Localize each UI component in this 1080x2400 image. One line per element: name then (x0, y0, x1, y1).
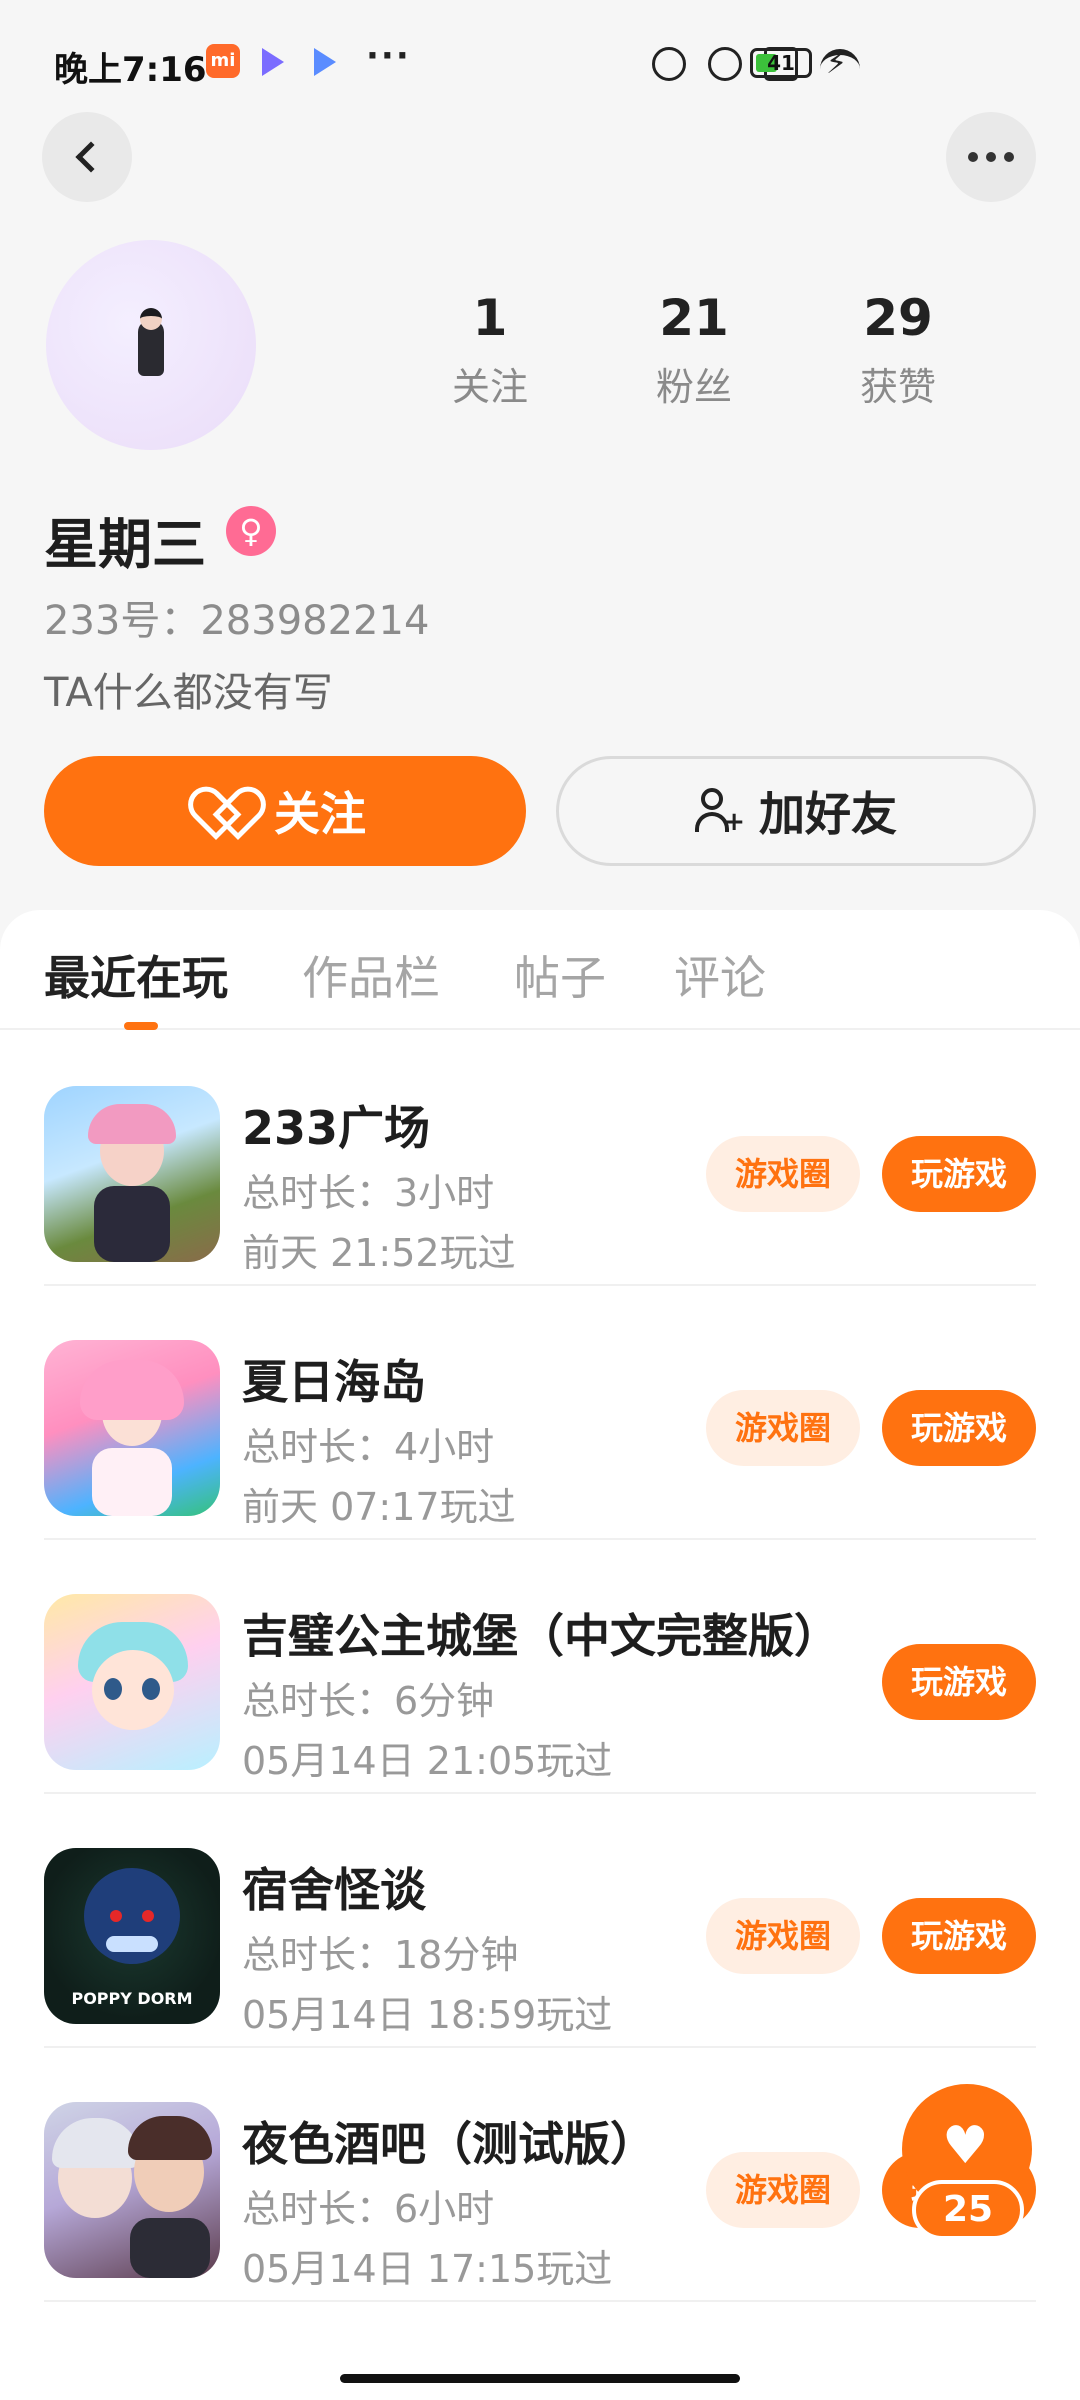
video-app-icon (262, 48, 284, 76)
game-item[interactable]: 233广场 总时长：3小时 前天 21:52玩过 游戏圈 玩游戏 (0, 1032, 1080, 1286)
game-icon (44, 1340, 220, 1516)
game-duration: 总时长：3小时 (242, 1171, 495, 1215)
game-duration: 总时长：6分钟 (242, 1679, 495, 1723)
profile-page: 晚上7:16 mi ··· 41 ⚡ 1 关注 21 粉丝 29 获赞 星期三 … (0, 0, 1080, 2400)
tab-comments[interactable]: 评论 (674, 942, 766, 1008)
tab-posts[interactable]: 帖子 (514, 942, 606, 1008)
add-friend-button[interactable]: + 加好友 (556, 756, 1036, 866)
game-circle-button[interactable]: 游戏圈 (706, 2152, 860, 2228)
play-game-button[interactable]: 玩游戏 (882, 1390, 1036, 1466)
play-game-button[interactable]: 玩游戏 (882, 1644, 1036, 1720)
more-notifications-icon: ··· (366, 36, 411, 76)
game-duration: 总时长：6小时 (242, 2187, 495, 2231)
game-icon (44, 1594, 220, 1770)
profile-bio: TA什么都没有写 (44, 670, 333, 716)
tab-works[interactable]: 作品栏 (302, 942, 440, 1008)
game-title: 吉璧公主城堡（中文完整版） (242, 1609, 840, 1663)
game-circle-button[interactable]: 游戏圈 (706, 1136, 860, 1212)
game-last-played: 05月14日 18:59玩过 (242, 1993, 613, 2037)
more-options-button[interactable] (946, 112, 1036, 202)
game-icon (44, 2102, 220, 2278)
game-duration: 总时长：18分钟 (242, 1933, 519, 1977)
avatar[interactable] (46, 240, 256, 450)
female-icon: ♀ (226, 506, 276, 556)
game-item[interactable]: 吉璧公主城堡（中文完整版） 总时长：6分钟 05月14日 21:05玩过 玩游戏 (0, 1540, 1080, 1794)
follow-label: 关注 (274, 787, 366, 841)
game-circle-button[interactable]: 游戏圈 (706, 1898, 860, 1974)
battery-icon: 41 (750, 48, 812, 78)
mute-icon (652, 47, 686, 81)
status-bar: 晚上7:16 mi ··· 41 ⚡ (0, 0, 1080, 120)
back-button[interactable] (42, 112, 132, 202)
game-title: 宿舍怪谈 (242, 1863, 426, 1917)
stat-following-label: 关注 (451, 365, 528, 409)
charging-icon: ⚡ (826, 46, 848, 81)
video-app-icon-2 (314, 48, 336, 76)
add-friend-label: 加好友 (759, 787, 897, 841)
alarm-icon (708, 47, 742, 81)
more-dots-icon (968, 152, 1014, 162)
game-item[interactable]: POPPY DORM 宿舍怪谈 总时长：18分钟 05月14日 18:59玩过 … (0, 1794, 1080, 2048)
battery-level: 41 (767, 51, 795, 75)
game-last-played: 前天 21:52玩过 (242, 1231, 516, 1275)
heart-plus-icon (204, 788, 254, 834)
mi-app-icon: mi (206, 44, 240, 78)
profile-uid: 233号：283982214 (44, 598, 430, 644)
game-circle-button[interactable]: 游戏圈 (706, 1390, 860, 1466)
game-title: 夏日海岛 (242, 1355, 426, 1409)
stat-following-count: 1 (472, 289, 508, 347)
follow-button[interactable]: 关注 (44, 756, 526, 866)
stat-following[interactable]: 1 关注 (410, 288, 570, 411)
stat-fans-count: 21 (659, 289, 729, 347)
tab-indicator (124, 1022, 158, 1030)
stat-fans[interactable]: 21 粉丝 (614, 288, 774, 411)
game-title: 233广场 (242, 1101, 431, 1155)
avatar-head (140, 308, 162, 330)
home-indicator[interactable] (340, 2374, 740, 2383)
stat-likes-count: 29 (863, 289, 933, 347)
tab-recently-played[interactable]: 最近在玩 (44, 942, 228, 1008)
heart-icon: ♥ (942, 2116, 989, 2176)
game-icon (44, 1086, 220, 1262)
game-last-played: 05月14日 21:05玩过 (242, 1739, 613, 1783)
back-arrow-icon (75, 141, 107, 173)
stat-likes[interactable]: 29 获赞 (818, 288, 978, 411)
stat-fans-label: 粉丝 (655, 365, 732, 409)
game-last-played: 05月14日 17:15玩过 (242, 2247, 613, 2291)
game-icon: POPPY DORM (44, 1848, 220, 2024)
stat-likes-label: 获赞 (859, 365, 936, 409)
game-duration: 总时长：4小时 (242, 1425, 495, 1469)
profile-name: 星期三 (44, 513, 206, 576)
add-person-icon: + (695, 788, 745, 835)
like-count: 25 (912, 2180, 1024, 2240)
status-time: 晚上7:16 (54, 50, 207, 90)
game-last-played: 前天 07:17玩过 (242, 1485, 516, 1529)
play-game-button[interactable]: 玩游戏 (882, 1898, 1036, 1974)
game-title: 夜色酒吧（测试版） (242, 2117, 656, 2171)
play-game-button[interactable]: 玩游戏 (882, 1136, 1036, 1212)
game-item[interactable]: 夏日海岛 总时长：4小时 前天 07:17玩过 游戏圈 玩游戏 (0, 1286, 1080, 1540)
tab-bar: 最近在玩 作品栏 帖子 评论 (0, 910, 1080, 1030)
